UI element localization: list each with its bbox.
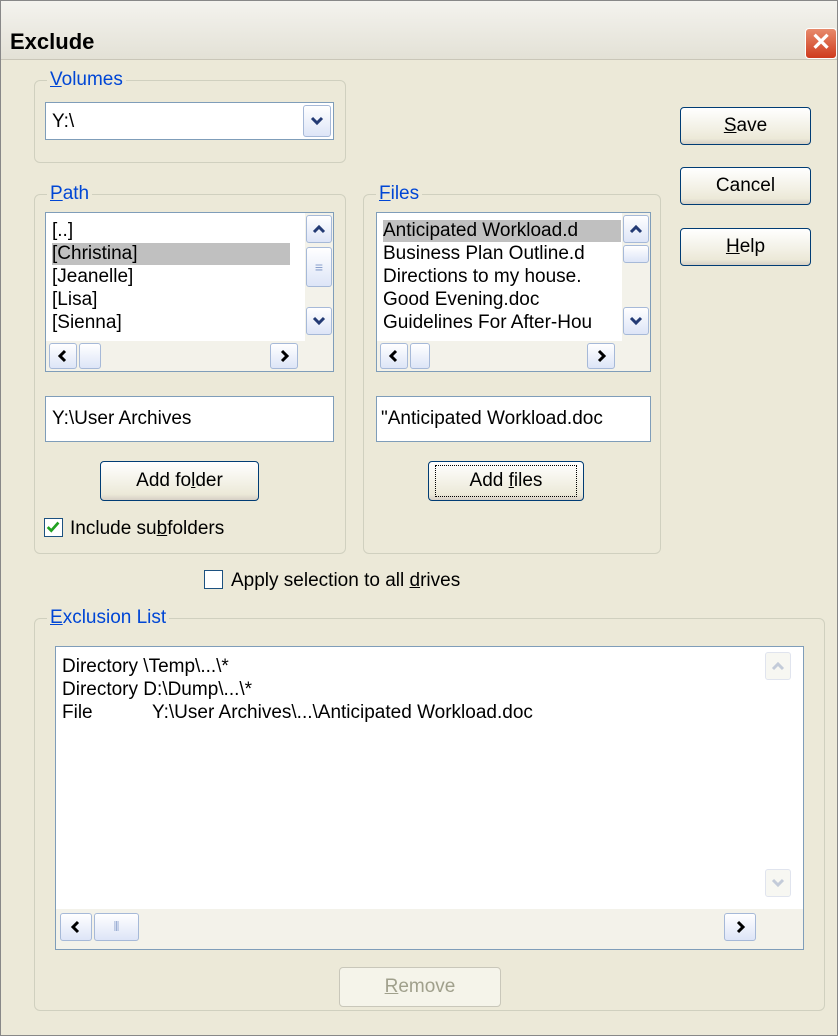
list-item[interactable]: [Sienna] [52,312,122,334]
apply-all-drives-label[interactable]: Apply selection to all drives [231,570,460,592]
scroll-thumb[interactable]: ≡ [306,247,332,287]
volumes-legend: Volumes [47,68,126,92]
horizontal-scrollbar[interactable] [56,909,803,949]
path-current-field[interactable]: Y:\User Archives [45,396,334,442]
title-bar: Exclude ✕ [1,1,837,60]
files-current-field[interactable]: "Anticipated Workload.doc [376,396,651,442]
list-item[interactable]: Directions to my house. [383,266,621,288]
row-path: \Temp\...\* [143,656,229,677]
volumes-dropdown-button[interactable] [303,105,331,137]
volumes-dropdown[interactable]: Y:\ [45,102,334,140]
remove-button[interactable]: Remove [339,967,501,1007]
scroll-up-button[interactable] [623,215,649,243]
checkmark-icon [46,521,60,533]
chevron-down-icon [312,316,326,326]
list-item[interactable]: [Jeanelle] [52,266,133,288]
cancel-button[interactable]: Cancel [680,167,811,205]
scroll-thumb[interactable] [623,245,649,263]
files-legend: Files [376,182,423,206]
vertical-scrollbar [763,647,803,907]
chevron-right-icon [736,920,746,934]
chevron-right-icon [280,349,290,363]
scroll-thumb-horizontal[interactable] [79,343,101,369]
add-folder-button[interactable]: Add folder [100,461,259,501]
chevron-up-icon [312,224,326,234]
scroll-up-button [765,652,791,680]
scroll-right-button[interactable] [724,913,756,941]
exclusion-list-group: Exclusion List Directory \Temp\...\* Dir… [34,606,825,1011]
chevron-down-icon [771,878,785,888]
chevron-down-icon [310,116,324,126]
close-icon: ✕ [810,29,832,56]
table-row[interactable]: File Y:\User Archives\...\Anticipated Wor… [62,702,533,724]
chevron-right-icon [597,349,607,363]
volumes-selected-value: Y:\ [52,111,75,132]
row-path: Y:\User Archives\...\Anticipated Workloa… [152,702,533,723]
table-row[interactable]: Directory \Temp\...\* [62,656,229,678]
list-item[interactable]: [..] [52,220,73,242]
chevron-up-icon [629,224,643,234]
list-item[interactable]: Anticipated Workload.d [383,220,621,242]
scroll-left-button[interactable] [380,343,408,369]
list-item[interactable]: Good Evening.doc [383,289,621,311]
exclude-dialog: Exclude ✕ Volumes Y:\ Save Cancel Help P… [0,0,838,1036]
list-item[interactable]: [Christina] [52,243,290,265]
add-files-button[interactable]: Add files [428,461,584,501]
table-row[interactable]: Directory D:\Dump\...\* [62,679,252,701]
scroll-down-button [765,869,791,897]
scroll-right-button[interactable] [587,343,615,369]
include-subfolders-label[interactable]: Include subfolders [70,518,224,540]
scroll-left-button[interactable] [60,913,92,941]
list-item[interactable]: Guidelines For After-Hou [383,312,621,334]
chevron-down-icon [629,316,643,326]
chevron-up-icon [771,661,785,671]
list-item[interactable]: Business Plan Outline.d [383,243,621,265]
scroll-down-button[interactable] [306,307,332,335]
include-subfolders-checkbox[interactable] [44,518,63,537]
volumes-group: Volumes Y:\ [34,68,346,163]
scroll-right-button[interactable] [270,343,298,369]
scroll-left-button[interactable] [49,343,77,369]
help-button[interactable]: Help [680,228,811,266]
files-group: Files Anticipated Workload.d Business Pl… [363,182,661,554]
window-title: Exclude [10,29,95,54]
apply-all-drives-checkbox[interactable] [204,570,223,589]
chevron-left-icon [57,349,67,363]
row-type: Directory [62,679,139,700]
path-legend: Path [47,182,93,206]
scroll-thumb-horizontal[interactable]: ⦀ [94,913,139,941]
scroll-down-button[interactable] [623,307,649,335]
scroll-thumb-horizontal[interactable] [410,343,430,369]
files-list[interactable]: Anticipated Workload.d Business Plan Out… [376,212,651,372]
exclusion-legend: Exclusion List [47,606,170,630]
row-type: File [62,702,93,723]
save-button[interactable]: Save [680,107,811,145]
scroll-up-button[interactable] [306,215,332,243]
path-group: Path [..] [Christina] [Jeanelle] [Lisa] … [34,182,346,554]
chevron-left-icon [388,349,398,363]
list-item[interactable]: [Lisa] [52,289,97,311]
path-folder-list[interactable]: [..] [Christina] [Jeanelle] [Lisa] [Sien… [45,212,334,372]
close-button[interactable]: ✕ [805,28,837,59]
chevron-left-icon [70,920,80,934]
row-type: Directory [62,656,139,677]
exclusion-list[interactable]: Directory \Temp\...\* Directory D:\Dump\… [55,646,804,950]
row-path: D:\Dump\...\* [143,679,253,700]
